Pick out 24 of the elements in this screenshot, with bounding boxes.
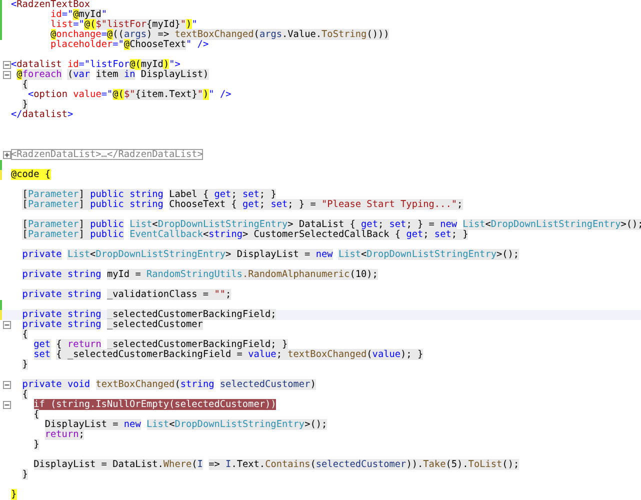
collapse-icon[interactable] [2, 71, 10, 79]
collapse-icon[interactable] [2, 321, 10, 329]
code-line: private string myId = RandomStringUtils.RandomAlphanumeric(10); [21, 270, 378, 280]
code-line: private List<DropDownListStringEntry> DisplayList = new List<DropDownListStringEntry>(); [21, 250, 520, 260]
expand-icon[interactable] [2, 151, 10, 159]
code-line: [Parameter] public EventCallback<string> CustomerSelectedCallBack { get; set; } [21, 230, 468, 240]
code-line: return; [44, 430, 84, 440]
collapse-icon[interactable] [2, 381, 10, 389]
code-line: [Parameter] public List<DropDownListStringEntry> DataList { get; set; } = new List<DropDownListStringEntry>(); [21, 220, 641, 230]
code-line: private string _selectedCustomer [21, 320, 203, 330]
code-line: DisplayList = DataList.Where(I => I.Text.Contains(selectedCustomer)).Take(5).ToList(); [32, 460, 520, 470]
code-line: </datalist> [11, 110, 74, 120]
code-line: set { _selectedCustomerBackingField = value; textBoxChanged(value); } [32, 350, 424, 360]
collapse-icon[interactable] [2, 401, 10, 409]
collapse-icon[interactable] [2, 61, 10, 69]
code-line: id="@myId" [50, 10, 107, 20]
code-line: [Parameter] public string ChooseText { get; set; } = "Please Start Typing..."; [21, 200, 463, 210]
code-line: placeholder="@ChooseText" /> [50, 40, 209, 50]
code-line: <RadzenTextBox [11, 0, 90, 10]
code-line: list="@($"listFor{myId}")" [50, 20, 198, 30]
code-line: private void textBoxChanged(string selectedCustomer) [21, 380, 316, 390]
code-line: private string _validationClass = ""; [21, 290, 232, 300]
code-line: DisplayList = new List<DropDownListStringEntry>(); [44, 420, 328, 430]
code-line: private string _selectedCustomerBackingField; [21, 310, 276, 320]
